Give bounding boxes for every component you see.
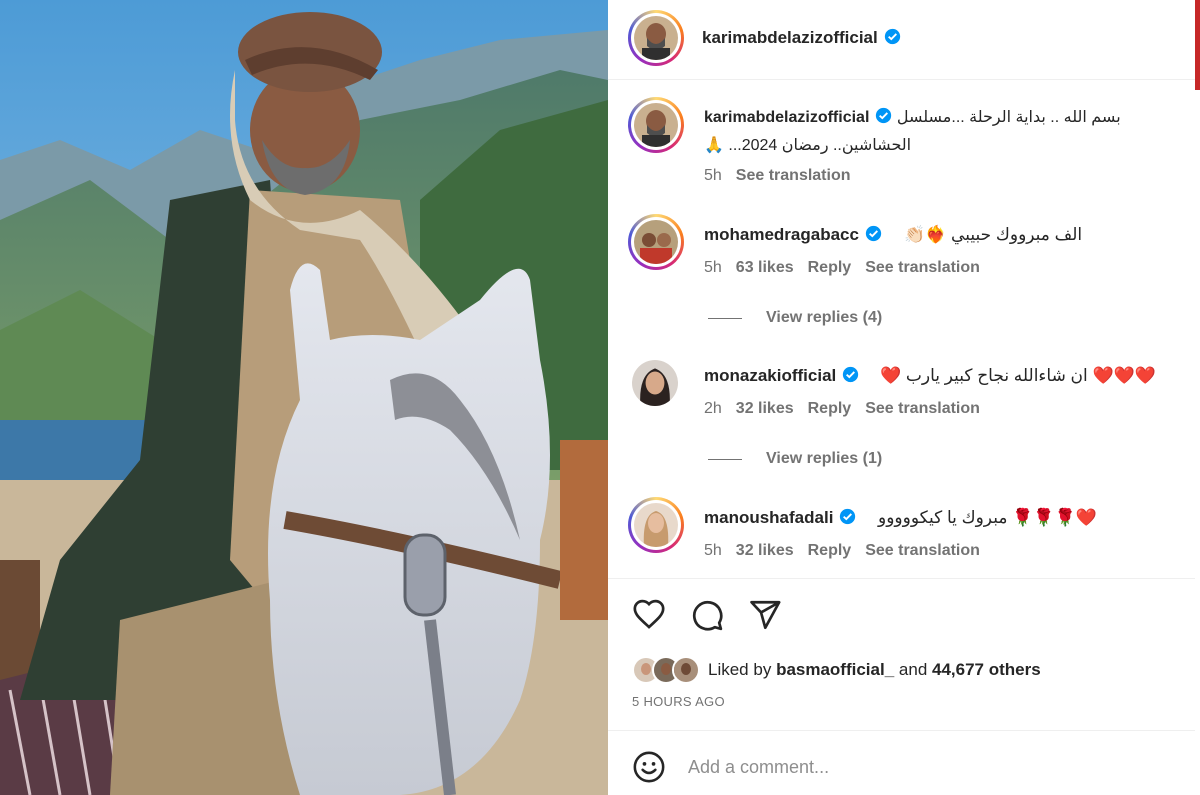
heart-icon[interactable] [632, 598, 666, 632]
verified-badge-icon [840, 508, 856, 525]
caption-username[interactable]: karimabdelazizofficial [704, 109, 869, 126]
paper-plane-icon[interactable] [748, 598, 782, 632]
comment-reply-button[interactable]: Reply [808, 259, 852, 276]
comment-reply-button[interactable]: Reply [808, 400, 852, 417]
caption-text-line1: بسم الله .. بداية الرحلة ...مسلسل [896, 109, 1121, 126]
post-action-bar [632, 598, 782, 632]
comment-age: 5h [704, 542, 722, 559]
liker-avatar [672, 656, 700, 684]
comment-username-text[interactable]: monazakiofficial [704, 366, 836, 385]
add-comment-row: Add a comment... [632, 750, 829, 784]
comment-see-translation[interactable]: See translation [865, 400, 980, 417]
caption-see-translation[interactable]: See translation [736, 167, 851, 184]
comment-text: الف مبرووك حبيبي ❤️‍🔥👏🏻 [904, 225, 1083, 244]
add-comment-input[interactable]: Add a comment... [688, 757, 829, 778]
post-timestamp[interactable]: 5 HOURS AGO [632, 694, 725, 709]
view-replies-button[interactable]: View replies (1) [708, 450, 882, 468]
comment-see-translation[interactable]: See translation [865, 542, 980, 559]
comment-likes[interactable]: 32 likes [736, 542, 794, 559]
post-header: karimabdelazizofficial [608, 0, 1195, 80]
comment-avatar-monazakiofficial[interactable] [632, 360, 678, 406]
caption-age: 5h [704, 167, 722, 184]
likes-conjunction: and [898, 660, 928, 679]
replies-divider-line [708, 458, 742, 460]
comment-likes[interactable]: 63 likes [736, 259, 794, 276]
verified-badge-icon [843, 366, 859, 383]
header-username-text[interactable]: karimabdelazizofficial [702, 28, 878, 47]
likes-first-user[interactable]: basmaofficial_ [776, 660, 894, 680]
comment-avatar-mohamedragabacc[interactable] [628, 214, 684, 270]
comment-box-divider [608, 730, 1195, 731]
caption-meta: 5h See translation [704, 167, 865, 185]
likes-prefix: Liked by [708, 660, 772, 679]
actions-divider [608, 578, 1195, 579]
view-replies-label[interactable]: View replies (4) [766, 309, 882, 327]
comment-username-text[interactable]: manoushafadali [704, 508, 833, 527]
comment-see-translation[interactable]: See translation [865, 259, 980, 276]
liker-avatars [632, 656, 700, 684]
post-details-panel: karimabdelazizofficial karimabdelazizoff… [608, 0, 1200, 795]
comment-age: 5h [704, 259, 722, 276]
comment-username[interactable]: mohamedragabacc [704, 225, 882, 245]
caption-text-line2: الحشاشين.. رمضان 2024... 🙏 [704, 137, 912, 154]
emoji-smile-icon[interactable] [632, 750, 666, 784]
comment-meta: 5h 63 likes Reply See translation [704, 259, 994, 277]
post-image-man-on-horse [0, 0, 608, 795]
comment-reply-button[interactable]: Reply [808, 542, 852, 559]
post-photo [0, 0, 608, 795]
verified-badge-icon [876, 107, 892, 124]
comment-meta: 5h 32 likes Reply See translation [704, 542, 994, 560]
comment-bubble-icon[interactable] [690, 598, 724, 632]
likes-summary[interactable]: Liked by basmaofficial_ and 44,677 other… [632, 656, 1041, 684]
comment-text: ❤️🌹🌹🌹 مبروك يا كيكووووو [878, 508, 1097, 527]
comment-meta: 2h 32 likes Reply See translation [704, 400, 994, 418]
replies-divider-line [708, 317, 742, 319]
comment-likes[interactable]: 32 likes [736, 400, 794, 417]
header-username[interactable]: karimabdelazizofficial [702, 28, 901, 48]
author-avatar[interactable] [628, 10, 684, 66]
verified-badge-icon [884, 28, 900, 45]
caption-author-avatar[interactable] [628, 97, 684, 153]
comment-avatar-manoushafadali[interactable] [628, 497, 684, 553]
likes-others-count[interactable]: 44,677 others [932, 660, 1041, 680]
verified-badge-icon [865, 225, 882, 242]
scrollbar[interactable] [1195, 0, 1200, 90]
comment-text: ❤️❤️❤️ ان شاءالله نجاح كبير يارب ❤️ [880, 366, 1156, 385]
view-replies-label[interactable]: View replies (1) [766, 450, 882, 468]
view-replies-button[interactable]: View replies (4) [708, 309, 882, 327]
comment-age: 2h [704, 400, 722, 417]
comment-username[interactable]: monazakiofficial [704, 366, 859, 386]
comment-username[interactable]: manoushafadali [704, 508, 856, 528]
comment-username-text[interactable]: mohamedragabacc [704, 225, 859, 244]
post-caption: karimabdelazizofficial بسم الله .. بداية… [704, 104, 1190, 160]
